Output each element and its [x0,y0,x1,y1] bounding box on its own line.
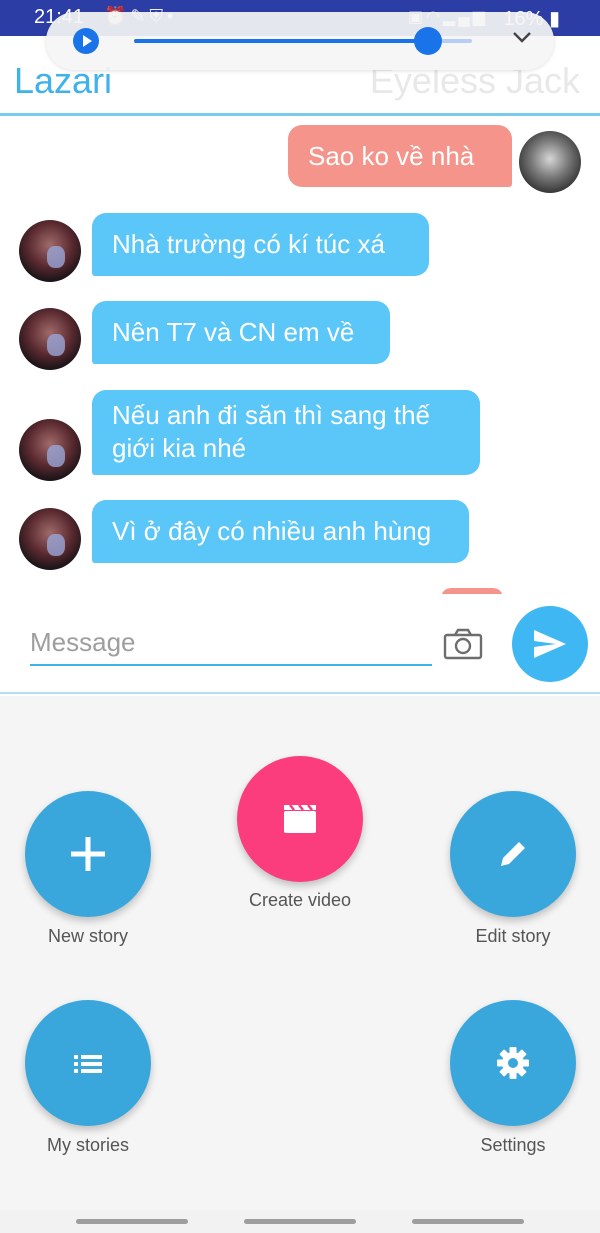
my-stories-button[interactable] [25,1000,151,1126]
message-bubble-incoming[interactable]: Vì ở đây có nhiều anh hùng [92,500,469,563]
avatar[interactable] [19,508,81,570]
nav-back-button[interactable] [412,1219,524,1224]
avatar[interactable] [19,220,81,282]
message-bubble-outgoing[interactable]: Sao ko về nhà [288,125,512,187]
send-button[interactable] [512,606,588,682]
nav-recents-button[interactable] [76,1219,188,1224]
message-bubble-incoming[interactable]: Nên T7 và CN em về [92,301,390,364]
navigation-bar [0,1210,600,1233]
message-bubble-incoming[interactable]: Nếu anh đi săn thì sang thế giới kia nhé [92,390,480,475]
media-player-bar [46,12,554,70]
avatar[interactable] [519,131,581,193]
plus-icon [71,837,105,871]
send-icon [534,630,566,658]
story-action-panel: Create video New story Edit story My sto… [0,696,600,1210]
create-video-label: Create video [248,890,352,910]
media-seek-thumb[interactable] [414,27,443,55]
new-story-label: New story [47,926,128,946]
media-seek-track[interactable] [134,27,472,55]
chevron-down-icon[interactable] [512,30,532,44]
media-seek-fill [134,39,429,43]
message-composer [0,594,600,694]
create-video-button[interactable] [237,756,363,882]
message-list[interactable]: Sao ko về nhà Nhà trường có kí túc xá Nê… [0,116,600,594]
edit-story-label: Edit story [475,926,551,946]
nav-home-button[interactable] [244,1219,356,1224]
camera-icon[interactable] [443,628,483,660]
gear-icon [497,1047,529,1079]
edit-story-button[interactable] [450,791,576,917]
message-input[interactable] [30,620,432,666]
avatar[interactable] [19,419,81,481]
settings-button[interactable] [450,1000,576,1126]
pencil-icon [501,842,525,866]
list-icon [74,1055,102,1073]
message-bubble-incoming[interactable]: Nhà trường có kí túc xá [92,213,429,276]
new-story-button[interactable] [25,791,151,917]
clapperboard-icon [284,804,316,833]
my-stories-label: My stories [46,1135,129,1155]
play-icon[interactable] [73,28,99,54]
settings-label: Settings [480,1135,546,1155]
avatar[interactable] [19,308,81,370]
